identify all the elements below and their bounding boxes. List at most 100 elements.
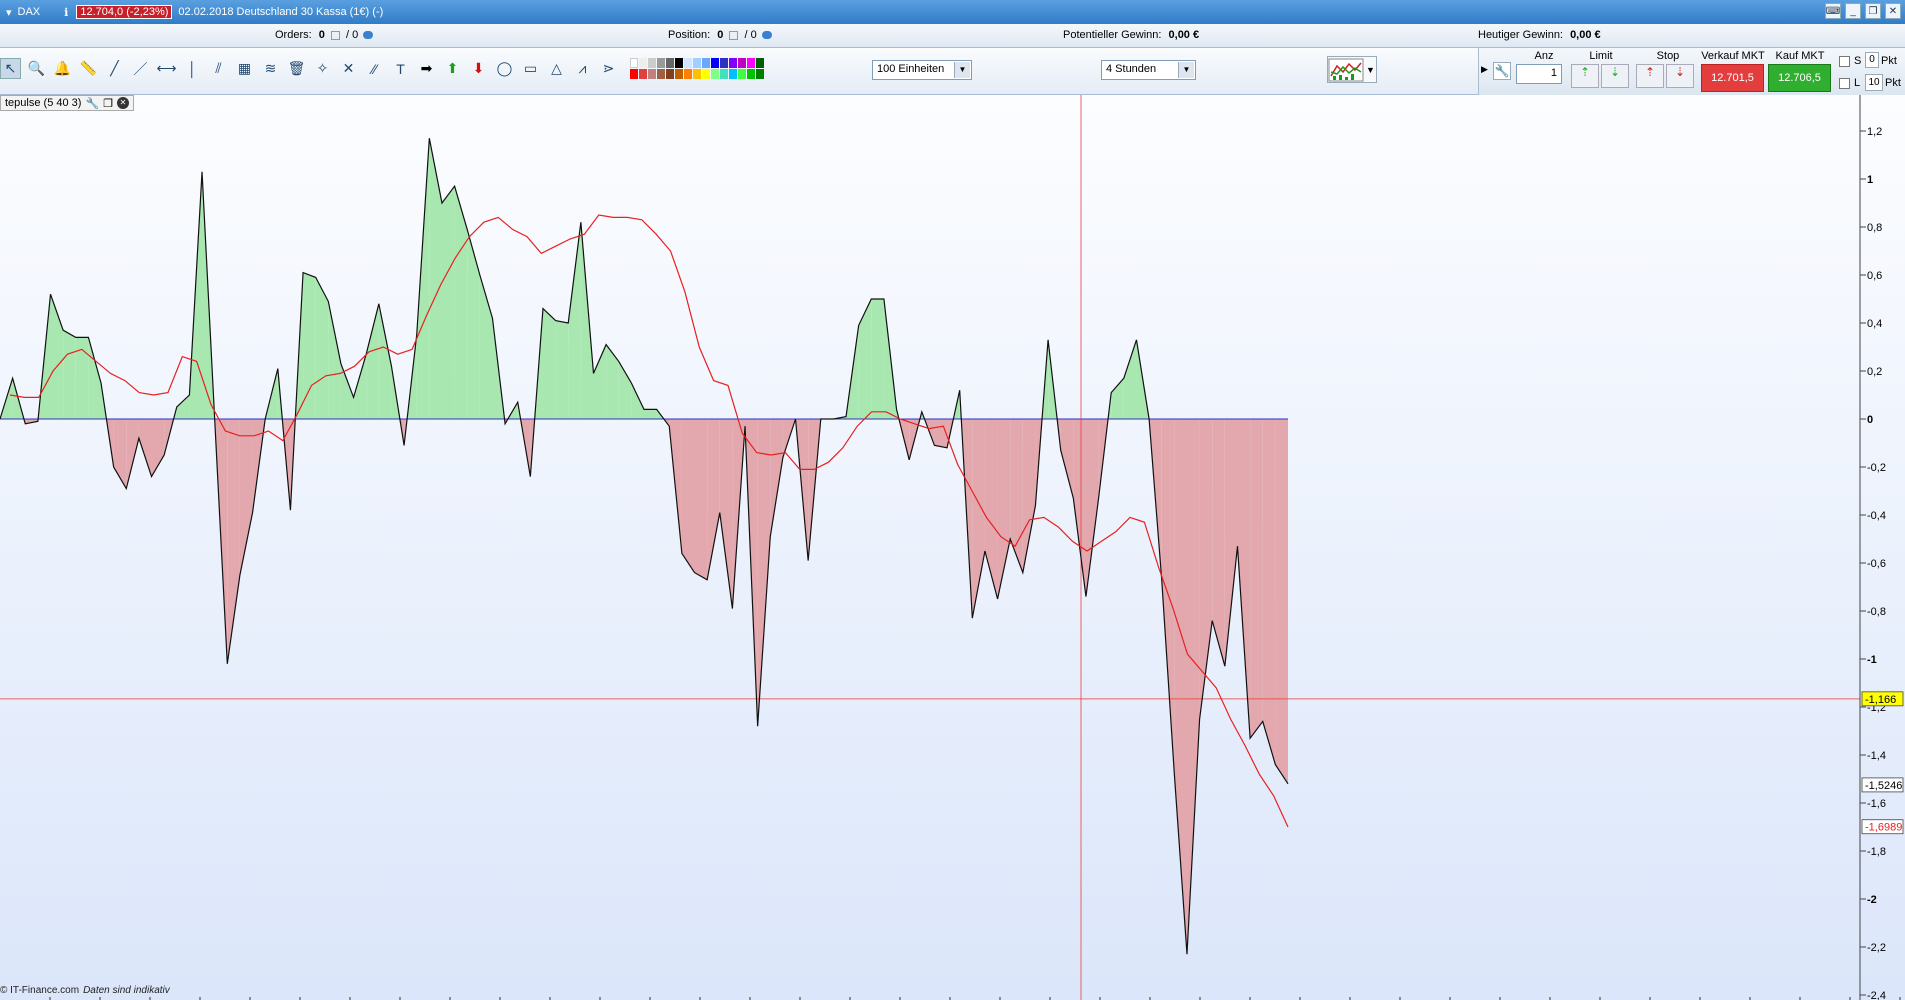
line-segment-icon[interactable]: ╱ [104, 58, 125, 79]
triangle-icon[interactable]: △ [546, 58, 567, 79]
limit-checkbox[interactable] [1839, 78, 1850, 89]
color-swatch[interactable] [684, 58, 692, 68]
chevron-down-icon[interactable]: ▾ [6, 6, 12, 19]
chevron-down-icon[interactable]: ▼ [954, 62, 970, 78]
color-swatch[interactable] [747, 58, 755, 68]
color-swatch[interactable] [711, 69, 719, 79]
color-swatch[interactable] [756, 58, 764, 68]
limit-buy-button[interactable]: ⇡ [1571, 64, 1599, 88]
color-swatch[interactable] [648, 69, 656, 79]
color-swatch[interactable] [747, 69, 755, 79]
chevron-down-icon[interactable]: ▼ [1178, 62, 1194, 78]
magic-wand-icon[interactable]: ✧ [312, 58, 333, 79]
color-palette[interactable] [630, 58, 764, 79]
color-swatch[interactable] [675, 58, 683, 68]
play-icon[interactable]: ▶ [1481, 64, 1488, 75]
regression-icon[interactable]: ≋ [260, 58, 281, 79]
units-select[interactable]: 100 Einheiten ▼ [872, 60, 972, 80]
color-swatch[interactable] [702, 58, 710, 68]
color-swatch[interactable] [729, 58, 737, 68]
cancel-orders-icon[interactable] [330, 30, 340, 40]
color-swatch[interactable] [639, 69, 647, 79]
horizontal-line-icon[interactable]: ⟷ [156, 58, 177, 79]
limit-sell-button[interactable]: ⇣ [1601, 64, 1629, 88]
trade-panel: ▶ 🔧 Anz 1 Limit ⇡ ⇣ Stop ⇡ ⇣ Verkauf MKT… [1478, 48, 1905, 95]
ellipse-icon[interactable]: ◯ [494, 58, 515, 79]
instrument-label: 02.02.2018 Deutschland 30 Kassa (1€) (-) [178, 6, 384, 18]
positive-area [618, 361, 632, 419]
color-swatch[interactable] [657, 69, 665, 79]
color-swatch[interactable] [630, 58, 638, 68]
alert-bell-icon[interactable]: 🔔 [52, 58, 73, 79]
parallel-lines-icon[interactable]: ⁄⁄ [364, 58, 385, 79]
pointer-icon[interactable]: ↖ [0, 58, 21, 79]
positive-area [555, 320, 569, 419]
arrow-up-icon[interactable]: ⬆ [442, 58, 463, 79]
color-swatch[interactable] [666, 69, 674, 79]
symbol-label[interactable]: DAX [18, 6, 41, 18]
footer-brand: © IT-Finance.com [0, 985, 80, 996]
color-swatch[interactable] [720, 69, 728, 79]
chart-type-button[interactable]: ▼ [1327, 56, 1377, 83]
cross-line-icon[interactable]: ✕ [338, 58, 359, 79]
indicator-chart[interactable]: 1,210,80,60,40,20-0,2-0,4-0,6-0,8-1-1,2-… [0, 95, 1905, 1000]
ruler-icon[interactable]: 📏 [78, 58, 99, 79]
chart-area[interactable]: tepulse (5 40 3) 🔧 ❐ ✕ 1,2 1 0,8 0,6 0,4 0,2 0… [0, 95, 1905, 1000]
keyboard-icon[interactable]: ⌨ [1825, 3, 1841, 19]
stop-points-input[interactable]: 0 [1865, 52, 1879, 68]
wrench-icon[interactable]: 🔧 [85, 97, 99, 110]
stop-checkbox[interactable] [1839, 56, 1850, 67]
zoom-icon[interactable]: 🔍 [26, 58, 47, 79]
color-swatch[interactable] [702, 69, 710, 79]
vertical-line-icon[interactable]: │ [182, 58, 203, 79]
timeframe-select[interactable]: 4 Stunden ▼ [1101, 60, 1196, 80]
color-swatch[interactable] [729, 69, 737, 79]
close-circle-icon[interactable]: ✕ [117, 97, 130, 109]
quantity-input[interactable]: 1 [1516, 64, 1562, 84]
restore-icon[interactable]: ❐ [103, 97, 113, 110]
limit-points-input[interactable]: 10 [1865, 74, 1883, 91]
stop-sell-button[interactable]: ⇣ [1666, 64, 1694, 88]
sell-market-button[interactable]: 12.701,5 [1701, 64, 1764, 92]
fan-icon[interactable]: ⋗ [598, 58, 619, 79]
restore-icon[interactable]: ❐ [1865, 3, 1881, 19]
orders-detail-icon[interactable] [363, 31, 374, 40]
wrench-icon[interactable]: 🔧 [1493, 62, 1511, 80]
color-swatch[interactable] [693, 58, 701, 68]
positive-area [416, 138, 430, 419]
arrow-down-icon[interactable]: ⬇ [468, 58, 489, 79]
color-swatch[interactable] [684, 69, 692, 79]
pattern-icon[interactable]: ⩘ [572, 58, 593, 79]
rectangle-icon[interactable]: ▭ [520, 58, 541, 79]
arrow-right-icon[interactable]: ➡ [416, 58, 437, 79]
position-detail-icon[interactable] [761, 31, 772, 40]
positive-area [366, 303, 379, 419]
trash-icon[interactable]: 🗑 [286, 58, 307, 79]
chevron-down-icon[interactable]: ▼ [1366, 65, 1375, 75]
color-swatch[interactable] [738, 69, 746, 79]
color-swatch[interactable] [720, 58, 728, 68]
close-position-icon[interactable] [729, 30, 739, 40]
color-swatch[interactable] [675, 69, 683, 79]
indicator-name: tepulse (5 40 3) [5, 97, 82, 109]
close-icon[interactable]: ✕ [1885, 3, 1901, 19]
color-swatch[interactable] [738, 58, 746, 68]
color-swatch[interactable] [756, 69, 764, 79]
color-swatch[interactable] [666, 58, 674, 68]
trend-line-icon[interactable]: ／ [130, 58, 151, 79]
stop-buy-button[interactable]: ⇡ [1636, 64, 1664, 88]
color-swatch[interactable] [657, 58, 665, 68]
potential-profit-value: 0,00 € [1168, 29, 1200, 41]
channel-icon[interactable]: ⫽ [208, 58, 229, 79]
text-tool-icon[interactable]: T [390, 58, 411, 79]
fibonacci-icon[interactable]: ▦ [234, 58, 255, 79]
negative-area [239, 419, 253, 575]
color-swatch[interactable] [711, 58, 719, 68]
color-swatch[interactable] [639, 58, 647, 68]
buy-market-button[interactable]: 12.706,5 [1768, 64, 1831, 92]
color-swatch[interactable] [693, 69, 701, 79]
color-swatch[interactable] [630, 69, 638, 79]
minimize-icon[interactable]: _ [1845, 3, 1861, 19]
color-swatch[interactable] [648, 58, 656, 68]
info-icon[interactable]: ℹ [64, 6, 68, 19]
